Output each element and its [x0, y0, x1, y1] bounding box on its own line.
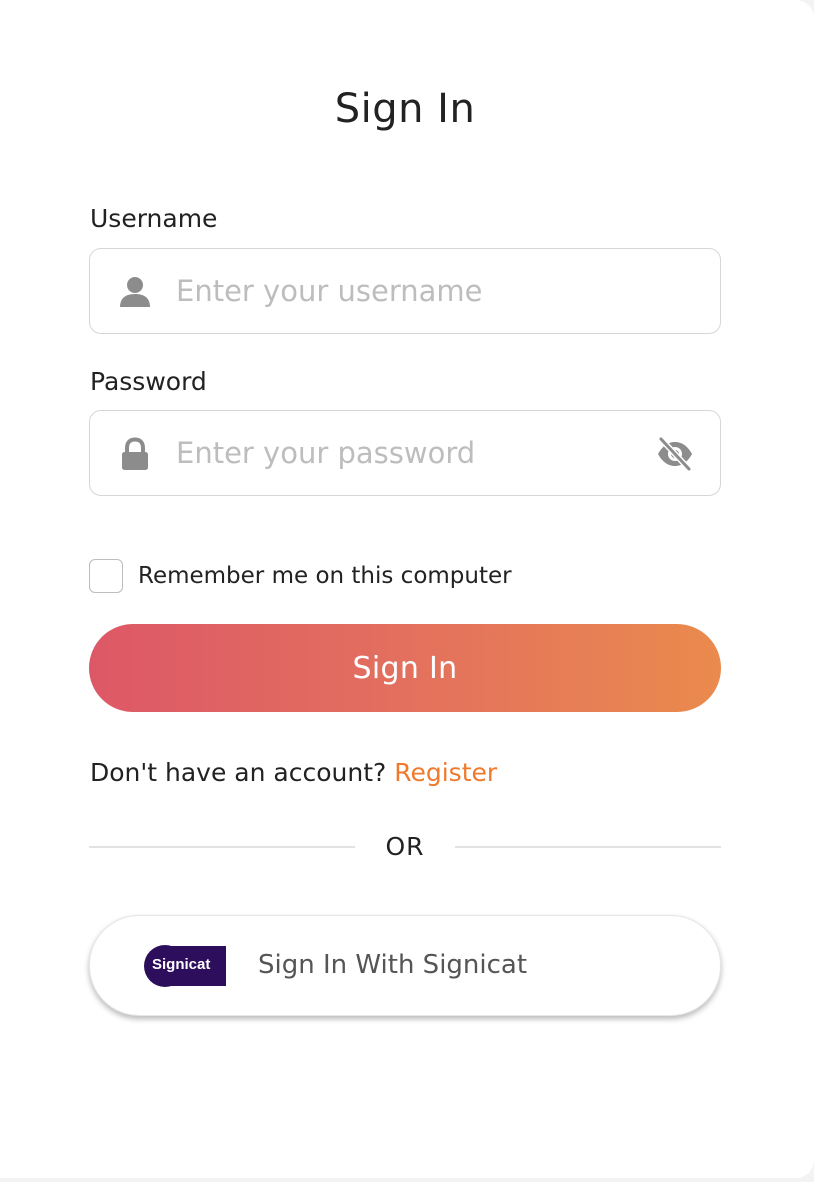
password-label: Password [90, 367, 207, 396]
signicat-logo-text: Signicat [152, 956, 211, 973]
user-icon [118, 275, 152, 309]
divider-line-left [89, 846, 355, 848]
username-input[interactable] [176, 269, 636, 313]
username-field[interactable] [89, 248, 721, 334]
username-label: Username [90, 204, 218, 233]
register-prompt: Don't have an account? Register [90, 758, 497, 787]
signicat-logo: Signicat [144, 945, 226, 987]
sign-in-button[interactable]: Sign In [89, 624, 721, 712]
or-separator: OR [385, 832, 425, 861]
register-link[interactable]: Register [394, 758, 497, 787]
password-field[interactable] [89, 410, 721, 496]
register-prompt-text: Don't have an account? [90, 758, 387, 787]
sign-in-card: Sign In Username Password [0, 0, 814, 1178]
eye-slash-icon[interactable] [656, 435, 694, 473]
divider-line-right [455, 846, 721, 848]
page-title: Sign In [334, 86, 476, 132]
password-input[interactable] [176, 431, 636, 475]
signicat-button-label: Sign In With Signicat [258, 950, 528, 980]
sign-in-with-signicat-button[interactable]: Signicat Sign In With Signicat [89, 915, 721, 1016]
lock-icon [118, 437, 152, 471]
remember-me-row[interactable]: Remember me on this computer [89, 559, 512, 593]
remember-me-checkbox[interactable] [89, 559, 123, 593]
remember-me-label[interactable]: Remember me on this computer [138, 563, 512, 589]
